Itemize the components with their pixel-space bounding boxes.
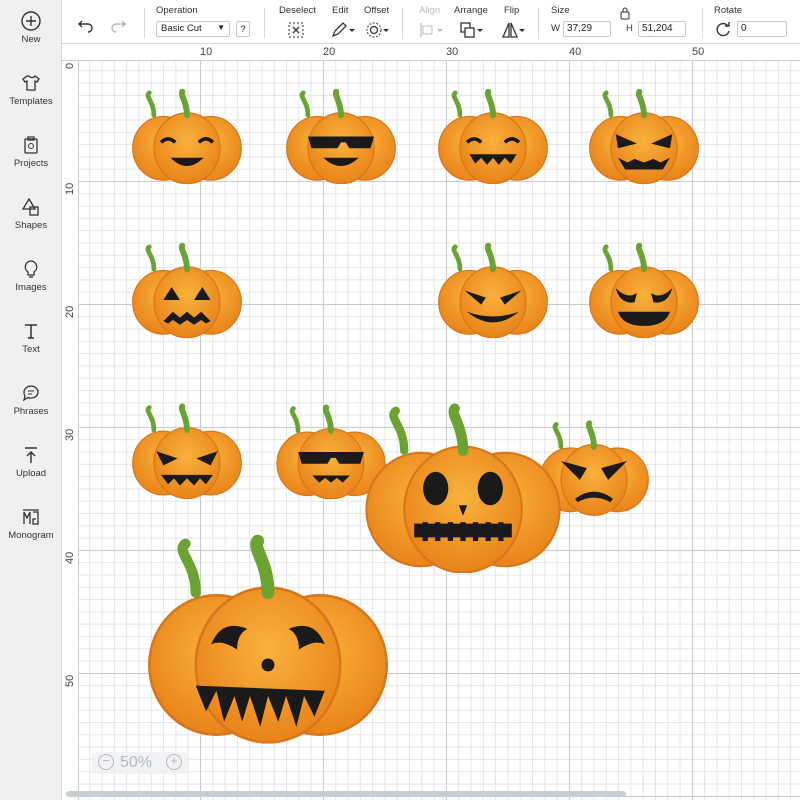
sidebar-item-shapes[interactable]: Shapes xyxy=(0,194,62,250)
lock-icon[interactable] xyxy=(619,6,631,20)
offset-title: Offset xyxy=(364,5,390,16)
ruler-left: 0 10 20 30 40 50 xyxy=(62,61,79,800)
sidebar-item-label: New xyxy=(21,34,41,45)
ruler-left-label: 50 xyxy=(64,674,76,687)
offset-icon[interactable] xyxy=(364,20,390,40)
left-sidebar: New Templates Projects Shapes Images Tex… xyxy=(0,0,62,800)
lightbulb-icon xyxy=(24,260,38,278)
pumpkin-sharp-teeth[interactable] xyxy=(128,387,246,499)
sidebar-item-templates[interactable]: Templates xyxy=(0,70,62,126)
operation-select[interactable]: Basic Cut ▼ xyxy=(156,21,230,37)
edit-pencil-icon[interactable] xyxy=(330,20,356,40)
ruler-left-label: 30 xyxy=(64,428,76,441)
edit-title: Edit xyxy=(332,5,349,16)
sidebar-item-label: Shapes xyxy=(14,220,48,231)
pumpkin-angry[interactable] xyxy=(585,89,703,184)
zoom-control: − 50% + xyxy=(92,752,188,774)
sidebar-item-images[interactable]: Images xyxy=(0,256,62,312)
operation-help-button[interactable]: ? xyxy=(236,21,250,37)
width-field[interactable]: 37,29 xyxy=(563,21,611,37)
pumpkin-zigzag-lashes[interactable] xyxy=(434,89,552,184)
chevron-down-icon: ▼ xyxy=(217,23,225,32)
ruler-left-label: 10 xyxy=(64,182,76,195)
sidebar-item-new[interactable]: New xyxy=(0,8,62,64)
projects-icon xyxy=(24,136,38,154)
flip-title: Flip xyxy=(504,5,520,16)
operation-value: Basic Cut xyxy=(161,23,202,34)
pumpkin-scowl[interactable] xyxy=(585,243,703,338)
arrange-title: Arrange xyxy=(454,5,488,16)
deselect-title: Deselect xyxy=(279,5,316,16)
width-label: W xyxy=(551,23,560,34)
shapes-icon xyxy=(21,197,39,216)
plus-circle-icon xyxy=(21,11,41,31)
speech-bubble-icon xyxy=(22,385,39,402)
undo-icon[interactable] xyxy=(76,14,96,34)
sidebar-item-projects[interactable]: Projects xyxy=(0,132,62,188)
top-toolbar: Operation Basic Cut ▼ ? Deselect Edit Of… xyxy=(62,0,800,44)
ruler-top-label: 40 xyxy=(569,46,582,58)
sidebar-item-monogram[interactable]: Monogram xyxy=(0,504,62,560)
pumpkin-evil-grin[interactable] xyxy=(434,243,552,338)
pumpkin-happy-lashes[interactable] xyxy=(128,89,246,184)
rotate-title: Rotate xyxy=(714,5,742,16)
sidebar-item-label: Images xyxy=(15,282,47,293)
ruler-top-label: 20 xyxy=(323,46,336,58)
sidebar-item-label: Projects xyxy=(13,158,49,169)
ruler-left-label: 0 xyxy=(64,62,76,69)
ruler-left-label: 20 xyxy=(64,305,76,318)
align-title: Align xyxy=(419,5,441,16)
pumpkin-triangle-eyes[interactable] xyxy=(128,243,246,338)
rotate-field[interactable]: 0 xyxy=(737,21,787,37)
arrange-icon[interactable] xyxy=(458,20,484,40)
ruler-top: 10 20 30 40 50 xyxy=(62,44,800,61)
horizontal-scrollbar[interactable] xyxy=(66,791,626,797)
pumpkin-sunglasses[interactable] xyxy=(282,89,400,184)
height-label: H xyxy=(626,23,633,34)
ruler-top-label: 50 xyxy=(692,46,705,58)
monogram-icon xyxy=(23,509,39,525)
zoom-out-button[interactable]: − xyxy=(98,754,114,770)
deselect-icon[interactable] xyxy=(286,20,306,40)
sidebar-item-label: Phrases xyxy=(13,406,49,417)
align-icon[interactable] xyxy=(418,20,444,40)
sidebar-item-upload[interactable]: Upload xyxy=(0,442,62,498)
sidebar-item-phrases[interactable]: Phrases xyxy=(0,380,62,436)
sidebar-item-label: Templates xyxy=(9,96,53,107)
rotate-icon xyxy=(716,22,730,37)
sidebar-item-label: Upload xyxy=(15,468,47,479)
sidebar-item-text[interactable]: Text xyxy=(0,318,62,374)
design-canvas[interactable] xyxy=(79,61,800,800)
redo-icon[interactable] xyxy=(108,14,128,34)
size-title: Size xyxy=(551,5,570,16)
ruler-top-label: 10 xyxy=(200,46,213,58)
upload-icon xyxy=(25,447,37,463)
sidebar-item-label: Text xyxy=(22,344,40,355)
zoom-in-button[interactable]: + xyxy=(166,754,182,770)
operation-title: Operation xyxy=(156,5,198,16)
sidebar-item-label: Monogram xyxy=(8,530,54,541)
height-field[interactable]: 51,204 xyxy=(638,21,686,37)
tshirt-icon xyxy=(22,75,40,91)
ruler-top-label: 30 xyxy=(446,46,459,58)
zoom-level: 50% xyxy=(120,754,153,771)
pumpkin-fangs[interactable] xyxy=(139,505,397,745)
text-icon xyxy=(25,324,37,339)
ruler-left-label: 40 xyxy=(64,551,76,564)
flip-icon[interactable] xyxy=(500,20,526,40)
